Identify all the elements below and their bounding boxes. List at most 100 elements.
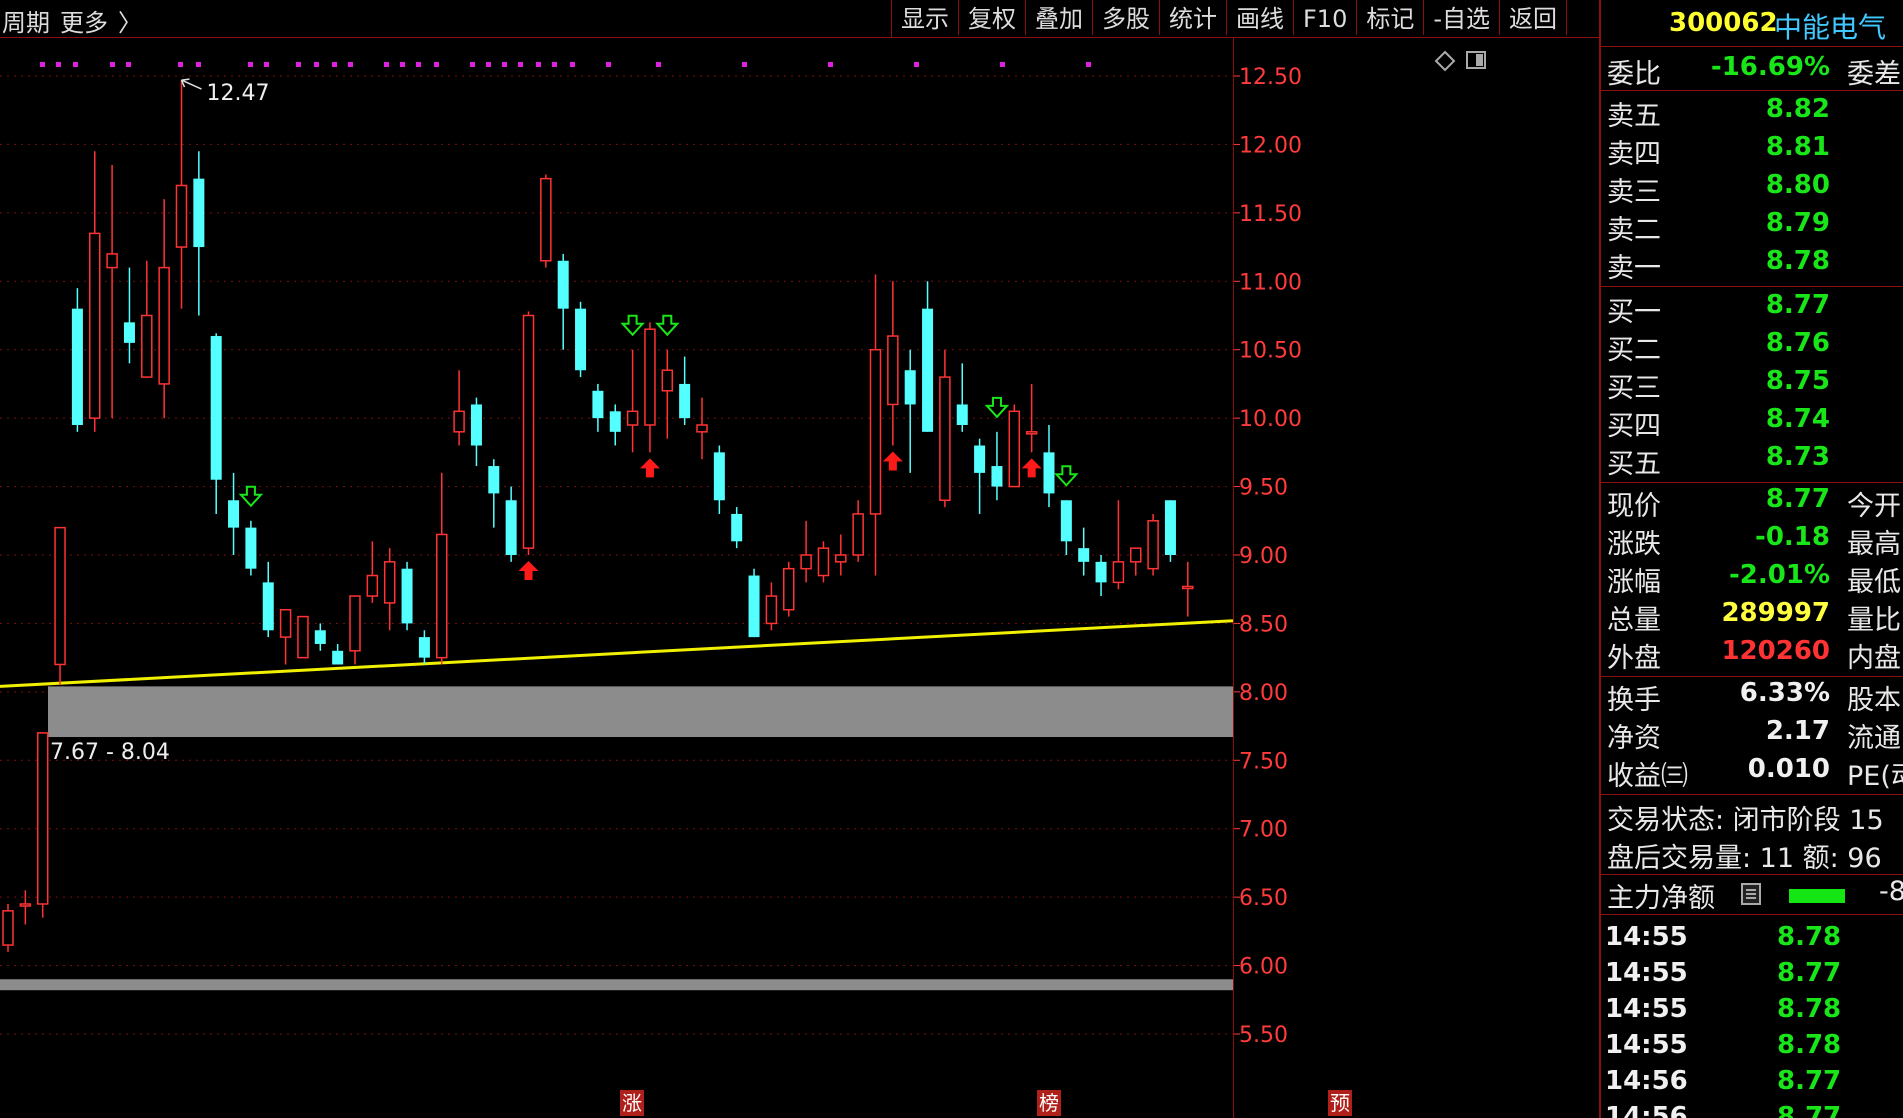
candle-body <box>679 383 691 419</box>
bid-row[interactable]: 买三 8.75 <box>1601 366 1903 404</box>
marker-badge[interactable]: 榜 <box>1037 1090 1061 1116</box>
menu-statistics[interactable]: 统计 <box>1160 0 1227 35</box>
quote-panel: 300062 中能电气 委比 -16.69% 委差 卖五 8.82 卖四 8.8… <box>1599 0 1903 1118</box>
ask-row[interactable]: 卖二 8.79 <box>1601 208 1903 246</box>
support-zone-label: 7.67 - 8.04 <box>50 740 170 765</box>
more-label[interactable]: 更多 <box>60 9 108 37</box>
period-label[interactable]: 周期 <box>2 9 50 37</box>
signal-dot <box>196 62 201 67</box>
chart-menu: 显示 复权 叠加 多股 统计 画线 F10 标记 -自选 返回 <box>891 0 1568 37</box>
bid-row[interactable]: 买一 8.77 <box>1601 290 1903 328</box>
marker-badge[interactable]: 预 <box>1328 1090 1352 1116</box>
weicha-label: 委差 <box>1847 59 1901 90</box>
ask-row[interactable]: 卖一 8.78 <box>1601 246 1903 284</box>
candle-body <box>1164 500 1176 555</box>
bid-price: 8.74 <box>1765 404 1830 434</box>
candle-body <box>349 595 361 652</box>
stat-label: 现价 <box>1607 491 1661 522</box>
menu-display[interactable]: 显示 <box>892 0 959 35</box>
stat-value: -0.18 <box>1755 522 1830 552</box>
menu-mark[interactable]: 标记 <box>1357 0 1425 35</box>
candle-body <box>193 178 205 248</box>
candle-body <box>1008 410 1021 488</box>
signal-dot <box>518 62 523 67</box>
panel-toggle-icon-fill <box>1476 54 1483 66</box>
menu-draw[interactable]: 画线 <box>1227 0 1294 35</box>
stat-label: 涨跌 <box>1607 529 1661 560</box>
up-arrow-icon <box>882 451 903 471</box>
candle-body <box>869 348 882 515</box>
ask-row[interactable]: 卖四 8.81 <box>1601 132 1903 170</box>
candle-body <box>592 390 604 419</box>
candle-body <box>1078 548 1090 562</box>
stat-label: 总量 <box>1607 605 1661 636</box>
y-tick-label: 6.00 <box>1239 955 1288 980</box>
chevron-right-icon[interactable]: 〉 <box>118 9 142 37</box>
tick-price: 8.77 <box>1777 1102 1842 1118</box>
candle-body <box>262 582 274 631</box>
candle-body <box>210 336 222 480</box>
candle-body <box>141 314 153 378</box>
stat-value: 6.33% <box>1739 678 1830 708</box>
divider <box>1601 874 1903 875</box>
menu-adjust[interactable]: 复权 <box>959 0 1026 35</box>
menu-back[interactable]: 返回 <box>1500 0 1568 35</box>
candle-body <box>557 260 569 309</box>
stat-row: 收益㈢ 0.010 PE(动 <box>1601 754 1903 792</box>
marker-badge[interactable]: 涨 <box>620 1090 644 1116</box>
candle-body <box>158 266 170 385</box>
stat-row: 总量 289997 量比 <box>1601 598 1903 636</box>
bid-row[interactable]: 买五 8.73 <box>1601 442 1903 480</box>
candle-body <box>731 513 743 542</box>
weibi-value: -16.69% <box>1710 52 1830 82</box>
candle-body <box>974 445 986 473</box>
ask-price: 8.80 <box>1765 170 1830 200</box>
period-selector[interactable]: 周期 更多〉 <box>2 3 152 38</box>
ask-price: 8.78 <box>1765 246 1830 276</box>
bid-row[interactable]: 买二 8.76 <box>1601 328 1903 366</box>
candle-body <box>748 575 760 638</box>
menu-overlay[interactable]: 叠加 <box>1026 0 1093 35</box>
list-icon[interactable] <box>1741 883 1761 905</box>
candle-body <box>71 308 83 425</box>
candle-body <box>1130 547 1142 563</box>
stat-label-2: 内盘 <box>1847 643 1901 674</box>
candle-body <box>800 554 812 570</box>
ask-label: 卖四 <box>1607 139 1661 170</box>
stat-row: 换手 6.33% 股本 <box>1601 678 1903 716</box>
ask-label: 卖一 <box>1607 253 1661 284</box>
tick-time: 14:55 <box>1605 958 1688 988</box>
bid-price: 8.77 <box>1765 290 1830 320</box>
lower-band <box>0 979 1233 991</box>
candle-body <box>314 630 326 644</box>
divider <box>1601 676 1903 677</box>
kline-chart[interactable]: 12.50 12.00 11.50 11.00 10.50 10.00 9.50 9.00 8.… <box>0 0 1599 1118</box>
chart-toolbar: 周期 更多〉 显示 复权 叠加 多股 统计 画线 F10 标记 -自选 返回 <box>0 0 1599 38</box>
ask-row[interactable]: 卖五 8.82 <box>1601 94 1903 132</box>
bid-price: 8.73 <box>1765 442 1830 472</box>
tick-row: 14:56 8.77 <box>1601 1066 1903 1104</box>
candle-body <box>297 615 309 659</box>
ask-row[interactable]: 卖三 8.80 <box>1601 170 1903 208</box>
bid-row[interactable]: 买四 8.74 <box>1601 404 1903 442</box>
y-tick-label: 10.00 <box>1239 407 1302 432</box>
menu-multi-stock[interactable]: 多股 <box>1093 0 1160 35</box>
y-tick-label: 12.50 <box>1239 65 1302 90</box>
tick-row: 14:56 8.77 <box>1601 1102 1903 1118</box>
divider <box>1601 90 1903 91</box>
stat-value: 2.17 <box>1765 716 1830 746</box>
net-amount-label: 主力净额 <box>1607 883 1715 914</box>
signal-dot <box>914 62 919 67</box>
candle-body <box>383 561 396 604</box>
menu-watchlist[interactable]: -自选 <box>1424 0 1501 35</box>
high-label: 12.47 <box>207 81 270 106</box>
candle-body <box>453 410 465 433</box>
divider <box>1601 482 1903 483</box>
signal-dot <box>570 62 575 67</box>
support-zone <box>48 686 1233 738</box>
menu-f10[interactable]: F10 <box>1294 0 1358 35</box>
signal-dot <box>486 62 491 67</box>
signal-dot <box>314 62 319 67</box>
signal-dot <box>126 62 131 67</box>
signal-dot <box>536 62 541 67</box>
